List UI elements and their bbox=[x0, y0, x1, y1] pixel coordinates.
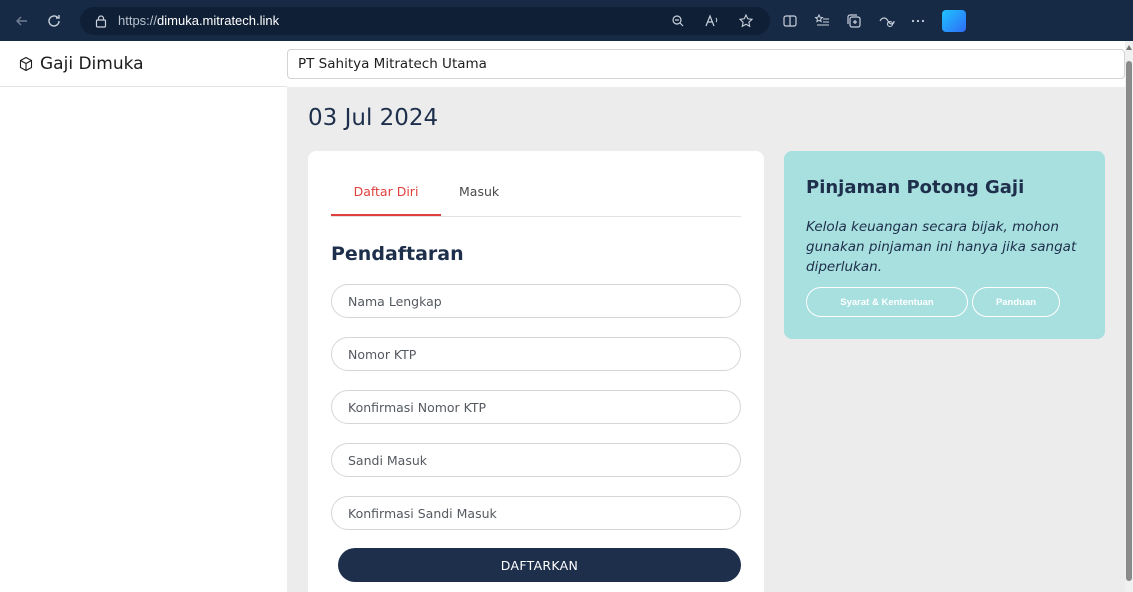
browser-toolbar: https://dimuka.mitratech.link bbox=[0, 0, 1133, 41]
terms-button[interactable]: Syarat & Kententuan bbox=[806, 287, 968, 317]
register-button[interactable]: DAFTARKAN bbox=[338, 548, 741, 582]
form-title: Pendaftaran bbox=[331, 243, 464, 265]
info-title: Pinjaman Potong Gaji bbox=[806, 177, 1025, 198]
loan-info-card: Pinjaman Potong Gaji Kelola keuangan sec… bbox=[784, 151, 1105, 339]
registration-card: Daftar Diri Masuk Pendaftaran DAFTARKAN bbox=[308, 151, 764, 592]
page-date: 03 Jul 2024 bbox=[308, 105, 439, 131]
auth-tabs: Daftar Diri Masuk bbox=[331, 177, 741, 217]
full-name-input[interactable] bbox=[331, 284, 741, 318]
arrow-left-icon bbox=[16, 16, 27, 25]
favorite-star-icon[interactable] bbox=[730, 5, 762, 37]
url-text: https://dimuka.mitratech.link bbox=[118, 13, 280, 28]
scroll-up-arrow-icon[interactable] bbox=[1126, 45, 1132, 50]
password-input[interactable] bbox=[331, 443, 741, 477]
sidebar: Gaji Dimuka bbox=[0, 41, 287, 592]
web-page: Gaji Dimuka PT Sahitya Mitratech Utama 0… bbox=[0, 41, 1133, 592]
lock-icon bbox=[92, 12, 110, 30]
password-confirm-input[interactable] bbox=[331, 496, 741, 530]
refresh-icon bbox=[48, 14, 60, 27]
browser-essentials-icon[interactable] bbox=[870, 5, 902, 37]
address-bar[interactable]: https://dimuka.mitratech.link bbox=[80, 5, 770, 37]
tab-masuk[interactable]: Masuk bbox=[459, 177, 519, 216]
company-select[interactable]: PT Sahitya Mitratech Utama bbox=[287, 49, 1125, 79]
main-content: 03 Jul 2024 Daftar Diri Masuk Pendaftara… bbox=[287, 87, 1125, 592]
cube-icon bbox=[18, 55, 36, 73]
page-scrollbar[interactable] bbox=[1125, 41, 1133, 592]
back-button[interactable] bbox=[6, 5, 38, 37]
brand-name: Gaji Dimuka bbox=[40, 53, 144, 74]
favorites-list-icon[interactable] bbox=[806, 5, 838, 37]
ktp-confirm-input[interactable] bbox=[331, 390, 741, 424]
more-options-icon[interactable] bbox=[902, 5, 934, 37]
zoom-icon[interactable] bbox=[662, 5, 694, 37]
guide-button[interactable]: Panduan bbox=[972, 287, 1060, 317]
ktp-input[interactable] bbox=[331, 337, 741, 371]
refresh-button[interactable] bbox=[38, 5, 70, 37]
tab-daftar-diri[interactable]: Daftar Diri bbox=[331, 177, 441, 216]
copilot-icon[interactable] bbox=[942, 9, 966, 32]
collections-icon[interactable] bbox=[838, 5, 870, 37]
info-text: Kelola keuangan secara bijak, mohon guna… bbox=[806, 219, 1077, 275]
read-aloud-icon[interactable] bbox=[696, 5, 728, 37]
split-screen-icon[interactable] bbox=[774, 5, 806, 37]
topbar: PT Sahitya Mitratech Utama bbox=[287, 41, 1125, 87]
brand[interactable]: Gaji Dimuka bbox=[0, 41, 287, 87]
scroll-thumb[interactable] bbox=[1126, 61, 1132, 581]
